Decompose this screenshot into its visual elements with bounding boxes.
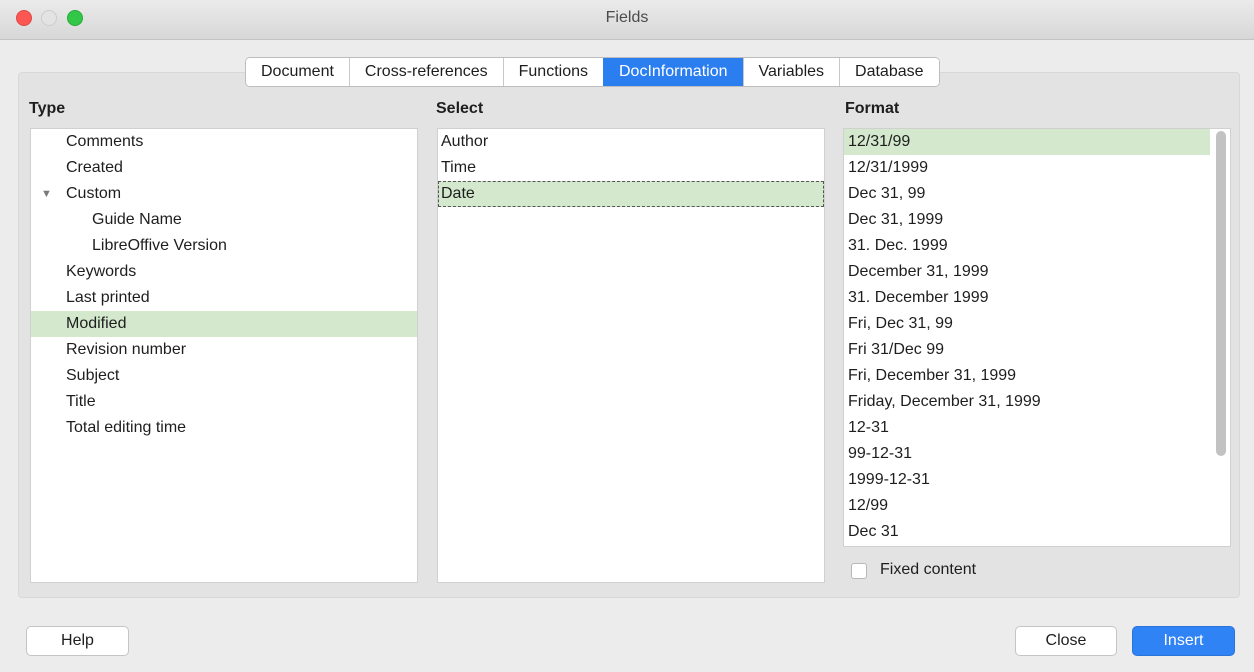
type-item-comments[interactable]: Comments [31, 129, 417, 155]
select-item-date[interactable]: Date [438, 181, 824, 207]
type-item-modified[interactable]: Modified [31, 311, 417, 337]
format-item[interactable]: December 31, 1999 [844, 259, 1230, 285]
format-item[interactable]: 31. Dec. 1999 [844, 233, 1230, 259]
type-item-keywords[interactable]: Keywords [31, 259, 417, 285]
type-item-custom[interactable]: ▼ Custom [31, 181, 417, 207]
format-item[interactable]: 31. December 1999 [844, 285, 1230, 311]
type-item-custom-label: Custom [66, 185, 122, 202]
fixed-content-label[interactable]: Fixed content [880, 561, 976, 579]
format-heading: Format [845, 100, 900, 117]
tab-functions[interactable]: Functions [502, 58, 603, 86]
type-item-revision-number[interactable]: Revision number [31, 337, 417, 363]
format-list-scrollbar[interactable] [1216, 131, 1226, 456]
close-button[interactable]: Close [1015, 626, 1117, 656]
format-item[interactable]: Dec 31 [844, 519, 1230, 545]
format-item[interactable]: 12-31 [844, 415, 1230, 441]
format-item[interactable]: Fri 31/Dec 99 [844, 337, 1230, 363]
title-bar: Fields [0, 0, 1254, 40]
type-item-created[interactable]: Created [31, 155, 417, 181]
format-item[interactable]: Friday, December 31, 1999 [844, 389, 1230, 415]
type-list[interactable]: Comments Created ▼ Custom Guide Name Lib… [30, 128, 418, 583]
format-item[interactable]: Dec 31, 99 [844, 181, 1230, 207]
type-item-subject[interactable]: Subject [31, 363, 417, 389]
type-item-total-editing-time[interactable]: Total editing time [31, 415, 417, 441]
type-item-title[interactable]: Title [31, 389, 417, 415]
tab-variables[interactable]: Variables [742, 58, 840, 86]
format-item[interactable]: Fri, December 31, 1999 [844, 363, 1230, 389]
select-item-time[interactable]: Time [438, 155, 824, 181]
format-item[interactable]: 99-12-31 [844, 441, 1230, 467]
tab-bar: Document Cross-references Functions DocI… [245, 57, 940, 87]
fixed-content-checkbox[interactable] [851, 563, 867, 579]
select-heading: Select [436, 100, 484, 117]
select-item-author[interactable]: Author [438, 129, 824, 155]
type-heading: Type [29, 100, 66, 117]
tab-document[interactable]: Document [246, 58, 349, 86]
format-item[interactable]: 12/99 [844, 493, 1230, 519]
format-item[interactable]: 12/31/1999 [844, 155, 1230, 181]
format-item[interactable]: Dec 31, 1999 [844, 207, 1230, 233]
window-title: Fields [605, 9, 649, 26]
fields-dialog: Fields Document Cross-references Functio… [0, 0, 1254, 672]
format-item[interactable]: 12/31/99 [844, 129, 1210, 155]
select-list[interactable]: Author Time Date [437, 128, 825, 583]
type-item-guide-name[interactable]: Guide Name [31, 207, 417, 233]
type-item-last-printed[interactable]: Last printed [31, 285, 417, 311]
tab-cross-references[interactable]: Cross-references [348, 58, 503, 86]
type-item-libreoffive-version[interactable]: LibreOffive Version [31, 233, 417, 259]
tab-docinformation[interactable]: DocInformation [603, 58, 743, 86]
format-item[interactable]: 1999-12-31 [844, 467, 1230, 493]
format-list[interactable]: 12/31/99 12/31/1999 Dec 31, 99 Dec 31, 1… [843, 128, 1231, 547]
insert-button[interactable]: Insert [1132, 626, 1235, 656]
help-button[interactable]: Help [26, 626, 129, 656]
expand-triangle-icon[interactable]: ▼ [41, 181, 52, 207]
tab-database[interactable]: Database [839, 58, 939, 86]
format-item[interactable]: Fri, Dec 31, 99 [844, 311, 1230, 337]
